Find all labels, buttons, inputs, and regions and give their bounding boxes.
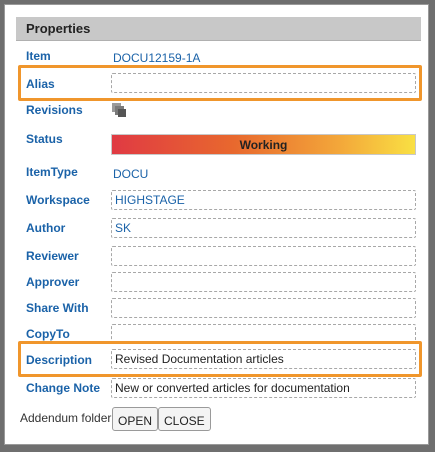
approver-label: Approver <box>26 275 80 289</box>
description-field[interactable]: Revised Documentation articles <box>111 349 416 369</box>
author-label: Author <box>26 221 66 235</box>
properties-panel: Properties Item DOCU12159-1A Alias Revis… <box>4 4 429 445</box>
status-label: Status <box>26 132 63 146</box>
sharewith-field[interactable] <box>111 298 416 318</box>
close-button[interactable]: CLOSE <box>158 407 211 431</box>
itemtype-label: ItemType <box>26 165 78 179</box>
copyto-label: CopyTo <box>26 327 70 341</box>
alias-field[interactable] <box>111 73 416 93</box>
revisions-label: Revisions <box>26 103 83 117</box>
approver-field[interactable] <box>111 272 416 292</box>
alias-label: Alias <box>26 77 55 91</box>
workspace-label: Workspace <box>26 193 90 207</box>
changenote-label: Change Note <box>26 381 101 395</box>
open-button[interactable]: OPEN <box>112 407 159 431</box>
changenote-field[interactable]: New or converted articles for documentat… <box>111 378 416 398</box>
author-field[interactable]: SK <box>111 218 416 238</box>
description-label: Description <box>26 353 93 367</box>
workspace-field[interactable]: HIGHSTAGE <box>111 190 416 210</box>
sharewith-label: Share With <box>26 301 89 315</box>
status-bar: Working <box>111 134 416 155</box>
addendum-folder-label: Addendum folder <box>20 411 112 425</box>
itemtype-value: DOCU <box>113 167 149 181</box>
reviewer-label: Reviewer <box>26 249 79 263</box>
reviewer-field[interactable] <box>111 246 416 266</box>
item-label: Item <box>26 49 51 63</box>
stacked-pages-icon[interactable] <box>111 102 127 118</box>
item-value[interactable]: DOCU12159-1A <box>113 51 200 65</box>
panel-title: Properties <box>16 17 421 41</box>
